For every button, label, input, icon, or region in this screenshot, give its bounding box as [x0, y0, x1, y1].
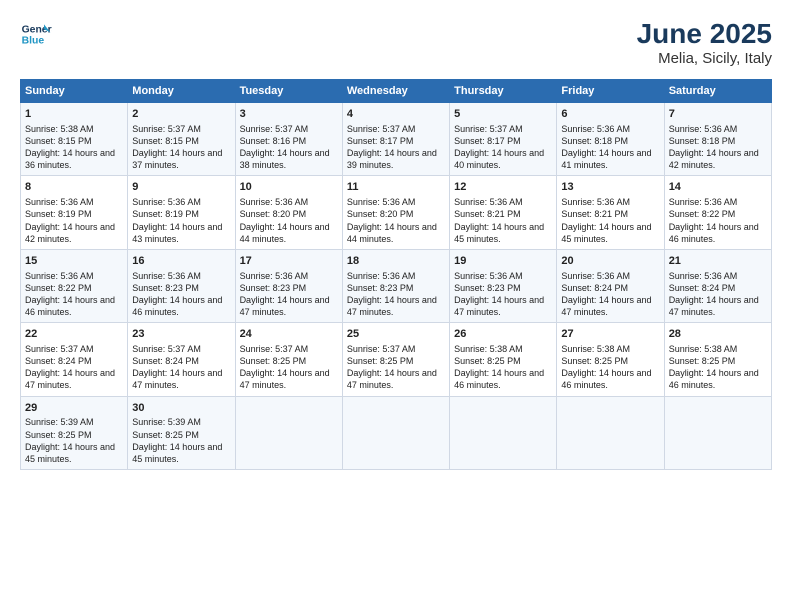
col-saturday: Saturday — [664, 80, 771, 103]
col-thursday: Thursday — [450, 80, 557, 103]
day-cell-11: 11 Sunrise: 5:36 AMSunset: 8:20 PMDaylig… — [342, 176, 449, 249]
day-cell-27: 27 Sunrise: 5:38 AMSunset: 8:25 PMDaylig… — [557, 323, 664, 396]
day-cell-19: 19 Sunrise: 5:36 AMSunset: 8:23 PMDaylig… — [450, 249, 557, 322]
col-wednesday: Wednesday — [342, 80, 449, 103]
empty-cell-4 — [557, 396, 664, 469]
empty-cell-1 — [235, 396, 342, 469]
day-cell-25: 25 Sunrise: 5:37 AMSunset: 8:25 PMDaylig… — [342, 323, 449, 396]
day-cell-23: 23 Sunrise: 5:37 AMSunset: 8:24 PMDaylig… — [128, 323, 235, 396]
calendar-subtitle: Melia, Sicily, Italy — [637, 50, 772, 67]
logo: General Blue — [20, 18, 52, 50]
day-cell-17: 17 Sunrise: 5:36 AMSunset: 8:23 PMDaylig… — [235, 249, 342, 322]
empty-cell-3 — [450, 396, 557, 469]
day-cell-8: 8 Sunrise: 5:36 AMSunset: 8:19 PMDayligh… — [21, 176, 128, 249]
day-cell-6: 6 Sunrise: 5:36 AMSunset: 8:18 PMDayligh… — [557, 103, 664, 176]
calendar-header-row: Sunday Monday Tuesday Wednesday Thursday… — [21, 80, 772, 103]
title-block: June 2025 Melia, Sicily, Italy — [637, 18, 772, 67]
empty-cell-2 — [342, 396, 449, 469]
day-cell-7: 7 Sunrise: 5:36 AMSunset: 8:18 PMDayligh… — [664, 103, 771, 176]
calendar-table: Sunday Monday Tuesday Wednesday Thursday… — [20, 79, 772, 470]
day-cell-9: 9 Sunrise: 5:36 AMSunset: 8:19 PMDayligh… — [128, 176, 235, 249]
day-cell-14: 14 Sunrise: 5:36 AMSunset: 8:22 PMDaylig… — [664, 176, 771, 249]
day-cell-3: 3 Sunrise: 5:37 AMSunset: 8:16 PMDayligh… — [235, 103, 342, 176]
col-sunday: Sunday — [21, 80, 128, 103]
header: General Blue June 2025 Melia, Sicily, It… — [20, 18, 772, 67]
day-cell-24: 24 Sunrise: 5:37 AMSunset: 8:25 PMDaylig… — [235, 323, 342, 396]
day-cell-4: 4 Sunrise: 5:37 AMSunset: 8:17 PMDayligh… — [342, 103, 449, 176]
col-friday: Friday — [557, 80, 664, 103]
day-cell-26: 26 Sunrise: 5:38 AMSunset: 8:25 PMDaylig… — [450, 323, 557, 396]
day-cell-21: 21 Sunrise: 5:36 AMSunset: 8:24 PMDaylig… — [664, 249, 771, 322]
page: General Blue June 2025 Melia, Sicily, It… — [0, 0, 792, 612]
day-cell-1: 1 Sunrise: 5:38 AMSunset: 8:15 PMDayligh… — [21, 103, 128, 176]
calendar-title: June 2025 — [637, 18, 772, 50]
logo-icon: General Blue — [20, 18, 52, 50]
day-cell-22: 22 Sunrise: 5:37 AMSunset: 8:24 PMDaylig… — [21, 323, 128, 396]
day-cell-12: 12 Sunrise: 5:36 AMSunset: 8:21 PMDaylig… — [450, 176, 557, 249]
week-row-3: 15 Sunrise: 5:36 AMSunset: 8:22 PMDaylig… — [21, 249, 772, 322]
day-cell-16: 16 Sunrise: 5:36 AMSunset: 8:23 PMDaylig… — [128, 249, 235, 322]
empty-cell-5 — [664, 396, 771, 469]
day-cell-30: 30 Sunrise: 5:39 AMSunset: 8:25 PMDaylig… — [128, 396, 235, 469]
svg-text:Blue: Blue — [22, 36, 45, 47]
week-row-1: 1 Sunrise: 5:38 AMSunset: 8:15 PMDayligh… — [21, 103, 772, 176]
day-cell-10: 10 Sunrise: 5:36 AMSunset: 8:20 PMDaylig… — [235, 176, 342, 249]
day-cell-20: 20 Sunrise: 5:36 AMSunset: 8:24 PMDaylig… — [557, 249, 664, 322]
week-row-2: 8 Sunrise: 5:36 AMSunset: 8:19 PMDayligh… — [21, 176, 772, 249]
col-tuesday: Tuesday — [235, 80, 342, 103]
day-cell-5: 5 Sunrise: 5:37 AMSunset: 8:17 PMDayligh… — [450, 103, 557, 176]
week-row-5: 29 Sunrise: 5:39 AMSunset: 8:25 PMDaylig… — [21, 396, 772, 469]
day-cell-2: 2 Sunrise: 5:37 AMSunset: 8:15 PMDayligh… — [128, 103, 235, 176]
day-cell-28: 28 Sunrise: 5:38 AMSunset: 8:25 PMDaylig… — [664, 323, 771, 396]
day-cell-13: 13 Sunrise: 5:36 AMSunset: 8:21 PMDaylig… — [557, 176, 664, 249]
week-row-4: 22 Sunrise: 5:37 AMSunset: 8:24 PMDaylig… — [21, 323, 772, 396]
day-cell-18: 18 Sunrise: 5:36 AMSunset: 8:23 PMDaylig… — [342, 249, 449, 322]
col-monday: Monday — [128, 80, 235, 103]
day-cell-29: 29 Sunrise: 5:39 AMSunset: 8:25 PMDaylig… — [21, 396, 128, 469]
day-cell-15: 15 Sunrise: 5:36 AMSunset: 8:22 PMDaylig… — [21, 249, 128, 322]
